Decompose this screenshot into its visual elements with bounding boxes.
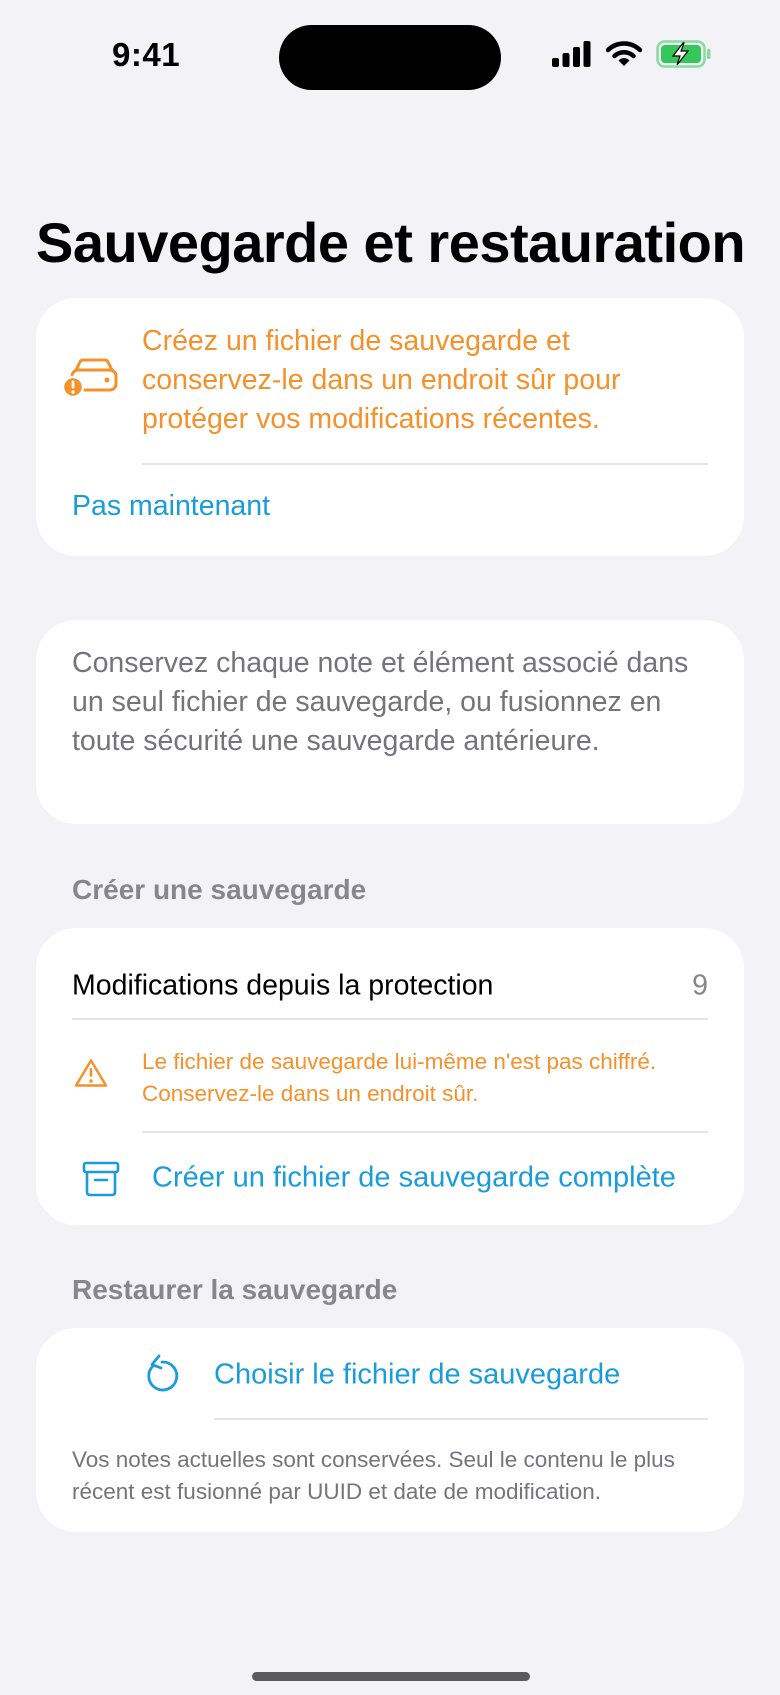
warning-triangle-icon [74,1058,108,1093]
drive-alert-icon [61,358,118,403]
create-backup-card: Modifications depuis la protection 9 Le … [36,928,744,1225]
restore-footnote: Vos notes actuelles sont conservées. Seu… [72,1447,675,1504]
restore-backup-card: Choisir le fichier de sauvegarde Vos not… [36,1328,744,1532]
status-icons [552,40,712,73]
backup-reminder-card: Créez un fichier de sauvegarde et conser… [36,298,744,556]
not-now-button[interactable]: Pas maintenant [72,490,270,523]
changes-since-protection-label: Modifications depuis la protection [72,969,494,1002]
choose-backup-file-button[interactable]: Choisir le fichier de sauvegarde [214,1359,620,1392]
restore-arrow-icon [142,1354,182,1401]
status-bar: 9:41 [0,0,780,120]
status-time: 9:41 [112,36,181,73]
divider [142,1131,708,1133]
wifi-icon [605,41,643,72]
create-backup-header: Créer une sauvegarde [72,874,367,905]
divider [142,463,708,465]
dynamic-island [279,25,501,90]
backup-info-card: Conservez chaque note et élément associé… [36,620,744,824]
backup-info-text: Conservez chaque note et élément associé… [72,647,689,757]
changes-count: 9 [692,969,708,1002]
cellular-signal-icon [552,41,592,72]
divider [72,1018,708,1020]
battery-charging-icon [656,40,712,73]
restore-backup-header: Restaurer la sauvegarde [72,1274,398,1305]
divider [214,1418,708,1420]
page-title: Sauvegarde et restauration [36,212,746,274]
archive-box-icon [82,1161,120,1202]
home-indicator[interactable] [252,1672,530,1681]
create-full-backup-button[interactable]: Créer un fichier de sauvegarde complète [152,1162,676,1195]
unencrypted-warning-text: Le fichier de sauvegarde lui-même n'est … [142,1049,657,1106]
backup-reminder-message: Créez un fichier de sauvegarde et conser… [142,325,621,435]
